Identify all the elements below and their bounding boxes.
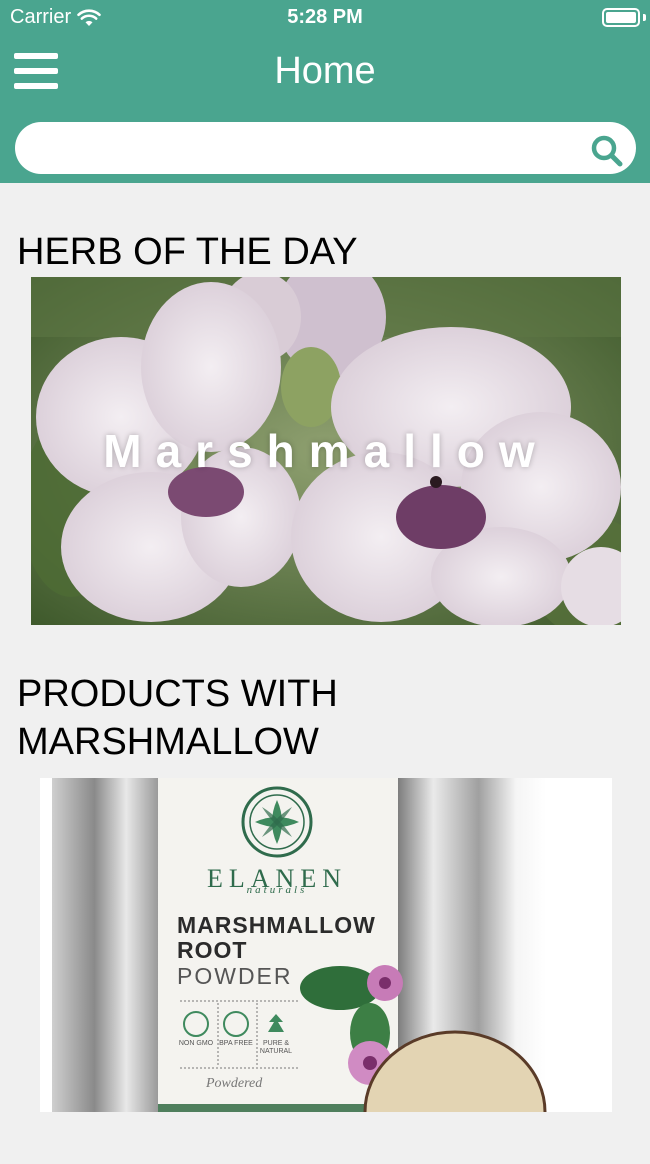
search-icon[interactable] <box>590 134 624 168</box>
herb-name: Marshmallow <box>103 425 549 477</box>
status-bar: Carrier 5:28 PM <box>0 0 650 36</box>
products-heading-line2: MARSHMALLOW <box>17 721 319 763</box>
search-bar[interactable] <box>15 122 636 174</box>
herb-of-the-day-heading: HERB OF THE DAY <box>17 231 358 273</box>
battery-tip <box>643 14 646 21</box>
product-brand-sub: naturals <box>246 884 308 896</box>
product-card[interactable]: ELANEN naturals MARSHMALLOW ROOT POWDER … <box>40 778 612 1112</box>
products-heading: PRODUCTS WITH MARSHMALLOW <box>17 670 617 766</box>
page-title: Home <box>274 50 376 92</box>
app-header: Carrier 5:28 PM Home <box>0 0 650 183</box>
product-name-line1: MARSHMALLOW <box>177 912 376 938</box>
product-form-label: Powdered <box>206 1076 263 1091</box>
product-name-line2: ROOT <box>177 937 248 963</box>
products-heading-line1: PRODUCTS WITH <box>17 673 338 715</box>
status-time: 5:28 PM <box>287 6 363 28</box>
product-package-image <box>40 778 612 1112</box>
herb-of-the-day-card[interactable]: Marshmallow <box>31 277 621 625</box>
product-name-line3: POWDER <box>177 963 293 989</box>
badge-pure-natural-label: PURE & NATURAL <box>259 1040 293 1055</box>
search-input[interactable] <box>35 122 595 174</box>
battery-icon <box>602 8 640 27</box>
